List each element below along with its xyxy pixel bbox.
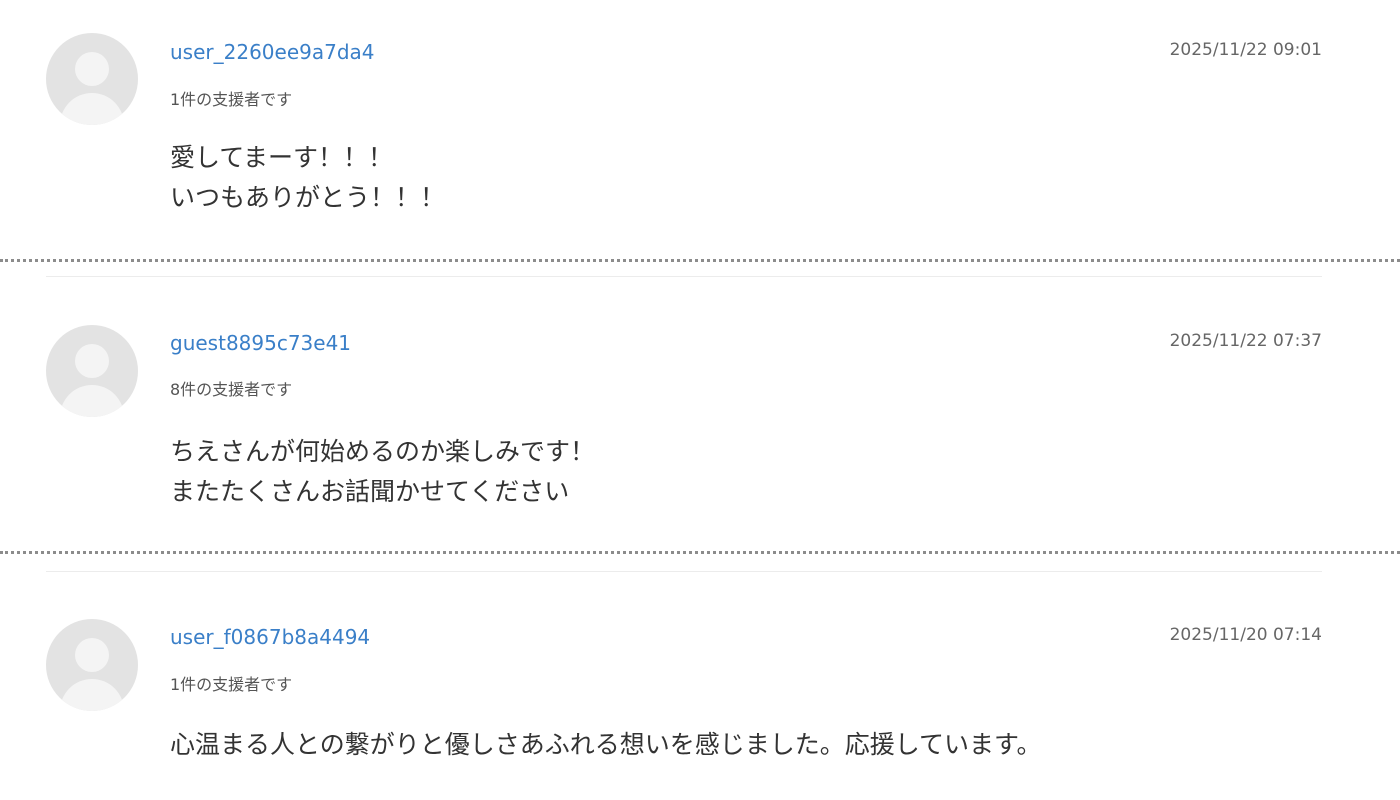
comment-username[interactable]: user_f0867b8a4494 — [170, 625, 370, 649]
supporter-count: 1件の支援者です — [170, 90, 293, 109]
default-avatar-icon[interactable] — [46, 325, 138, 417]
comment-message-line: またたくさんお話聞かせてください — [170, 477, 570, 506]
comment-username[interactable]: guest8895c73e41 — [170, 331, 351, 355]
supporter-count: 1件の支援者です — [170, 675, 293, 694]
comment-separator — [46, 571, 1322, 572]
comment-message: 心温まる人との繋がりと優しさあふれる想いを感じました。応援しています。 — [170, 725, 1042, 765]
comment-message-line: 心温まる人との繋がりと優しさあふれる想いを感じました。応援しています。 — [170, 730, 1042, 759]
comment-date: 2025/11/22 09:01 — [1169, 40, 1322, 60]
comment-divider — [0, 551, 1400, 554]
supporter-count: 8件の支援者です — [170, 380, 293, 399]
comment-list: user_2260ee9a7da4 1件の支援者です 2025/11/22 09… — [0, 0, 1400, 800]
comment-message: ちえさんが何始めるのか楽しみです！ またたくさんお話聞かせてください — [170, 432, 595, 512]
comment-message-line: ちえさんが何始めるのか楽しみです！ — [170, 437, 596, 466]
comment-message-line: 愛してまーす！！！ — [170, 143, 394, 172]
default-avatar-icon[interactable] — [46, 619, 138, 711]
default-avatar-icon[interactable] — [46, 33, 138, 125]
comment-username[interactable]: user_2260ee9a7da4 — [170, 40, 375, 64]
comment-message: 愛してまーす！！！ いつもありがとう！！！ — [170, 138, 445, 218]
comment-date: 2025/11/20 07:14 — [1169, 625, 1322, 645]
comment-divider — [0, 259, 1400, 262]
comment-date: 2025/11/22 07:37 — [1169, 331, 1322, 351]
comment-separator — [46, 276, 1322, 277]
comment-message-line: いつもありがとう！！！ — [170, 183, 446, 212]
